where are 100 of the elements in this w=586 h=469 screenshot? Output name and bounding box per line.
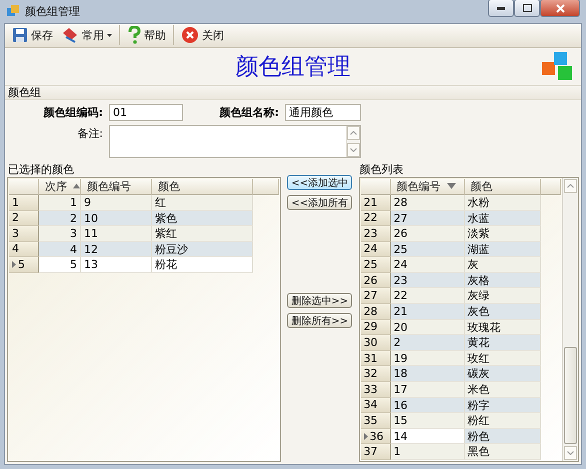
field-label: 颜色组名称: <box>218 104 279 121</box>
table-cell: 碳灰 <box>464 366 541 382</box>
table-cell: 19 <box>390 350 465 366</box>
toolbar-button[interactable]: 帮助 <box>124 24 169 46</box>
scroll-down-button[interactable] <box>347 142 360 157</box>
scrollbar[interactable] <box>562 178 578 461</box>
row-header[interactable]: 37 <box>360 444 391 460</box>
table-cell: 14 <box>390 428 465 444</box>
action-button[interactable]: <<添加选中 <box>287 174 352 190</box>
column-header[interactable]: 颜色 <box>464 178 541 195</box>
row-header[interactable]: 31 <box>360 350 391 366</box>
scroll-thumb[interactable] <box>564 346 577 444</box>
table-cell: 湖蓝 <box>464 242 541 258</box>
row-number: 32 <box>364 367 378 380</box>
table-cell: 2 <box>390 335 465 351</box>
table-cell: 粉字 <box>464 398 541 414</box>
page-title: 颜色组管理 <box>236 52 350 82</box>
column-header <box>540 178 561 195</box>
row-number: 2 <box>12 211 19 224</box>
row-header[interactable]: 28 <box>360 304 391 320</box>
table-cell: 27 <box>390 210 465 226</box>
row-header[interactable]: 4 <box>9 242 39 258</box>
row-header[interactable]: 23 <box>360 226 391 242</box>
table-cell: 25 <box>390 242 465 258</box>
help-icon <box>127 26 141 44</box>
section-title: 颜色组 <box>8 84 41 100</box>
row-header[interactable]: 29 <box>360 320 391 336</box>
row-header[interactable]: 5 <box>9 257 39 273</box>
table-cell: 黑色 <box>464 444 541 460</box>
table-cell: 3 <box>39 226 81 242</box>
table-cell: 4 <box>39 242 81 258</box>
maximize-button[interactable] <box>514 0 540 18</box>
column-header <box>253 178 280 195</box>
table-cell: 15 <box>390 413 465 429</box>
column-header[interactable]: 颜色编号 <box>81 178 152 195</box>
row-number: 30 <box>364 336 378 350</box>
toolbar-button[interactable]: 关闭 <box>178 24 227 46</box>
action-button[interactable]: 删除选中>> <box>287 292 352 308</box>
row-header[interactable]: 32 <box>360 366 391 382</box>
note-field[interactable] <box>109 124 361 158</box>
panel-title: 已选择的颜色 <box>7 162 75 177</box>
row-number: 1 <box>12 196 19 209</box>
table-cell: 黄花 <box>464 335 541 351</box>
table-cell: 粉豆沙 <box>152 242 253 258</box>
row-header[interactable]: 35 <box>360 413 391 429</box>
row-header[interactable]: 26 <box>360 272 391 288</box>
table-cell: 灰 <box>464 257 541 273</box>
action-button[interactable]: 删除所有>> <box>287 312 352 328</box>
scroll-up-button[interactable] <box>564 178 577 193</box>
row-header[interactable]: 1 <box>9 194 39 210</box>
row-number: 29 <box>364 320 378 334</box>
table-cell: 水蓝 <box>464 210 541 226</box>
window-title: 颜色组管理 <box>25 4 81 19</box>
table-cell: 灰格 <box>464 272 541 288</box>
row-header[interactable]: 36 <box>360 428 391 444</box>
scroll-up-button[interactable] <box>347 126 360 140</box>
table-cell: 20 <box>390 320 465 336</box>
table-cell: 26 <box>390 226 465 242</box>
toolbar-button[interactable]: 常用 <box>58 24 115 46</box>
row-header[interactable]: 21 <box>360 194 391 210</box>
row-number: 25 <box>364 258 378 272</box>
table-cell: 玫红 <box>464 350 541 366</box>
row-number: 23 <box>364 226 378 240</box>
table-cell: 水粉 <box>464 194 541 210</box>
table-cell: 12 <box>81 242 152 258</box>
input-field[interactable]: 01 <box>109 104 183 121</box>
row-number: 24 <box>364 242 378 256</box>
row-header[interactable]: 34 <box>360 398 391 414</box>
app-icon <box>6 4 20 18</box>
column-header[interactable]: 颜色 <box>152 178 253 195</box>
close-button[interactable] <box>540 0 580 18</box>
row-header[interactable]: 25 <box>360 257 391 273</box>
row-number: 34 <box>364 398 378 412</box>
table-cell: 11 <box>81 226 152 242</box>
table-cell: 玫瑰花 <box>464 320 541 336</box>
column-header[interactable]: 颜色编号 <box>390 178 465 195</box>
table-cell: 紫色 <box>152 210 253 226</box>
field-label: 颜色组编码: <box>42 104 103 121</box>
toolbar-label: 保存 <box>31 28 53 43</box>
row-header[interactable]: 27 <box>360 288 391 304</box>
table-cell: 2 <box>39 210 81 226</box>
row-header[interactable]: 3 <box>9 226 39 242</box>
column-header[interactable]: 次序 <box>39 178 81 195</box>
input-field[interactable]: 通用颜色 <box>285 104 361 121</box>
scroll-down-button[interactable] <box>564 446 577 460</box>
row-header[interactable]: 2 <box>9 210 39 226</box>
table-cell: 17 <box>390 382 465 398</box>
table-cell: 9 <box>81 194 152 210</box>
row-header[interactable]: 24 <box>360 242 391 258</box>
row-header[interactable]: 30 <box>360 335 391 351</box>
row-header[interactable]: 22 <box>360 210 391 226</box>
table-cell: 红 <box>152 194 253 210</box>
minimize-button[interactable] <box>488 0 514 18</box>
row-number: 26 <box>364 274 378 287</box>
row-number: 5 <box>18 258 25 272</box>
row-header[interactable]: 33 <box>360 382 391 398</box>
toolbar-button[interactable]: 保存 <box>9 24 56 46</box>
row-number: 36 <box>370 430 384 443</box>
action-button[interactable]: <<添加所有 <box>287 194 352 210</box>
table-cell: 28 <box>390 194 465 210</box>
